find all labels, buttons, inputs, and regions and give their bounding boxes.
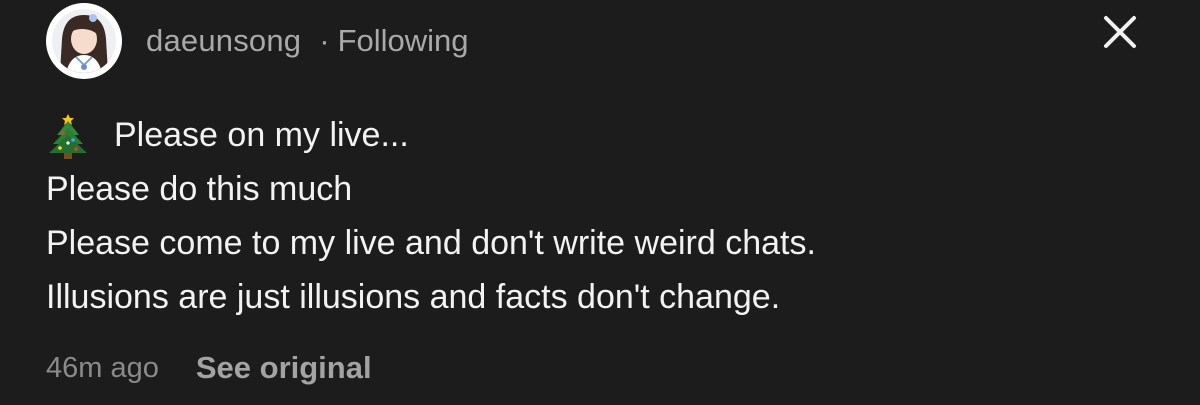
follow-status[interactable]: Following bbox=[338, 23, 469, 59]
post-body: Please on my live... Please do this much… bbox=[46, 108, 1146, 324]
post-footer: 46m ago See original bbox=[46, 350, 372, 386]
post-line: Please on my live... bbox=[46, 108, 1146, 162]
close-button[interactable] bbox=[1100, 12, 1140, 52]
close-icon bbox=[1104, 16, 1136, 48]
post-line-text: Please on my live... bbox=[114, 116, 409, 154]
christmas-tree-icon bbox=[46, 111, 90, 159]
post-line: Please come to my live and don't write w… bbox=[46, 224, 816, 262]
post-header: daeunsong · Following bbox=[46, 3, 469, 79]
see-original-button[interactable]: See original bbox=[196, 350, 372, 386]
post-line: Illusions are just illusions and facts d… bbox=[46, 278, 781, 316]
post-panel: daeunsong · Following Please on my live.… bbox=[0, 0, 1200, 405]
timestamp: 46m ago bbox=[46, 351, 159, 384]
post-line: Please do this much bbox=[46, 170, 353, 208]
username[interactable]: daeunsong bbox=[146, 23, 301, 59]
avatar[interactable] bbox=[46, 3, 122, 79]
avatar-image bbox=[52, 9, 116, 73]
follow-separator: · bbox=[319, 23, 330, 58]
